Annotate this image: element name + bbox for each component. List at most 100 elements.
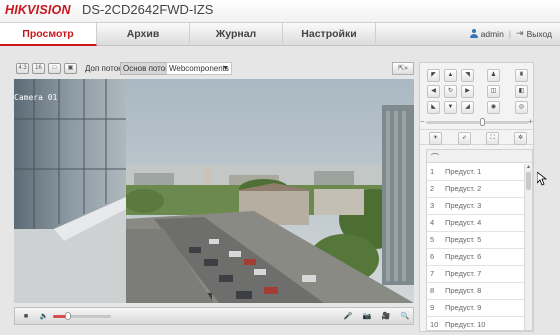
live-video[interactable]: Camera 01: [14, 79, 414, 303]
logout-icon[interactable]: ⇥: [516, 28, 524, 39]
preset-name: Предуст. 6: [445, 252, 482, 261]
mouse-cursor-icon: [537, 172, 547, 186]
device-model: DS-2CD2642FWD-IZS: [82, 2, 214, 17]
ptz-speed-knob[interactable]: [479, 118, 485, 126]
window-auto-button[interactable]: ▣: [64, 63, 77, 74]
preset-number: 2: [430, 184, 435, 193]
preset-row[interactable]: 7 Предуст. 7: [427, 266, 526, 283]
preset-number: 6: [430, 252, 435, 261]
preset-row[interactable]: 4 Предуст. 4: [427, 215, 526, 232]
speed-plus-icon[interactable]: +: [528, 117, 533, 126]
preset-tab-icon[interactable]: ⌒: [431, 152, 439, 163]
chevron-down-icon: ▼: [222, 65, 229, 72]
preset-scrollbar[interactable]: ▲: [524, 164, 532, 330]
ptz-down-icon[interactable]: ▼: [444, 101, 457, 114]
focus-near-icon[interactable]: ◫: [487, 85, 500, 98]
stop-icon[interactable]: ■: [19, 311, 33, 322]
preset-name: Предуст. 7: [445, 269, 482, 278]
zoom-icon[interactable]: 🔍: [398, 311, 412, 322]
live-toolbar: 4:3 16 □ ▣ Доп поток Основ поток Webcomp…: [14, 62, 414, 77]
one-touch-focus-icon[interactable]: ⛶: [486, 132, 499, 145]
logout-link[interactable]: Выход: [527, 29, 552, 39]
tab-playback[interactable]: Архив: [97, 23, 190, 46]
camera-scene: [14, 79, 414, 303]
light-icon[interactable]: ☀: [429, 132, 442, 145]
ptz-left-icon[interactable]: ◀: [427, 85, 440, 98]
snapshot-camera-icon[interactable]: 📷: [360, 311, 374, 322]
ptz-right-icon[interactable]: ▶: [461, 85, 474, 98]
tab-settings[interactable]: Настройки: [283, 23, 376, 46]
focus-far-icon[interactable]: ◧: [515, 85, 528, 98]
preset-number: 4: [430, 218, 435, 227]
window-original-button[interactable]: □: [48, 63, 61, 74]
username[interactable]: admin: [481, 29, 504, 39]
ptz-up-left-icon[interactable]: ◤: [427, 69, 440, 82]
sub-stream-button[interactable]: Доп поток: [83, 62, 124, 75]
zoom-in-icon[interactable]: ♟: [487, 69, 500, 82]
volume-icon[interactable]: 🔈: [37, 311, 51, 322]
brand-logo: HIKVISION: [5, 3, 71, 17]
microphone-icon[interactable]: 🎤: [341, 311, 355, 322]
preset-number: 1: [430, 167, 435, 176]
preset-row[interactable]: 1 Предуст. 1: [427, 164, 526, 181]
preset-name: Предуст. 8: [445, 286, 482, 295]
preset-number: 8: [430, 286, 435, 295]
ptz-auto-icon[interactable]: ↻: [444, 85, 457, 98]
preset-number: 7: [430, 269, 435, 278]
plugin-select[interactable]: Webcomponents ▼: [166, 62, 232, 75]
ptz-aux-row: ☀ ➶ ⛶ ✲: [420, 129, 535, 145]
app-header: HIKVISION DS-2CD2642FWD-IZS: [0, 0, 560, 22]
ptz-speed-slider[interactable]: [426, 118, 529, 126]
separator: |: [508, 28, 512, 39]
wiper-icon[interactable]: ➶: [458, 132, 471, 145]
preset-name: Предуст. 3: [445, 201, 482, 210]
preset-number: 5: [430, 235, 435, 244]
plugin-select-value: Webcomponents: [169, 64, 229, 73]
ptz-down-right-icon[interactable]: ◢: [461, 101, 474, 114]
user-area: admin | ⇥ Выход: [469, 28, 552, 39]
record-video-icon[interactable]: 🎥: [379, 311, 393, 322]
fullscreen-toggle-button[interactable]: ⇱»: [392, 62, 414, 75]
preset-name: Предуст. 10: [445, 320, 486, 329]
ptz-up-right-icon[interactable]: ◥: [461, 69, 474, 82]
preset-name: Предуст. 5: [445, 235, 482, 244]
ptz-direction-pad: ◤ ▲ ◥ ◀ ↻ ▶ ◣ ▼ ◢ ♟ ♜ ◫ ◧ ◉ ◎: [420, 63, 535, 121]
preset-name: Предуст. 4: [445, 218, 482, 227]
video-control-bar: ■ 🔈 🎤 📷 🎥 🔍: [14, 307, 414, 325]
window-16-9-button[interactable]: 16: [32, 63, 45, 74]
volume-slider-knob[interactable]: [64, 312, 71, 320]
preset-list: 1 Предуст. 1 2 Предуст. 2 3 Предуст. 3 4 Предус…: [427, 164, 526, 334]
preset-header: ⌒: [427, 150, 532, 163]
preset-row[interactable]: 8 Предуст. 8: [427, 283, 526, 300]
volume-slider[interactable]: [53, 312, 111, 320]
iris-open-icon[interactable]: ◉: [487, 101, 500, 114]
preset-name: Предуст. 2: [445, 184, 482, 193]
zoom-out-icon[interactable]: ♜: [515, 69, 528, 82]
user-icon: [469, 29, 478, 38]
main-nav: Просмотр Архив Журнал Настройки admin | …: [0, 22, 560, 46]
preset-row[interactable]: 9 Предуст. 9: [427, 300, 526, 317]
preset-name: Предуст. 9: [445, 303, 482, 312]
ptz-down-left-icon[interactable]: ◣: [427, 101, 440, 114]
preset-list-panel: ⌒ 1 Предуст. 1 2 Предуст. 2 3 Предуст. 3 4 Пред…: [426, 149, 533, 334]
preset-row[interactable]: 2 Предуст. 2: [427, 181, 526, 198]
lens-init-icon[interactable]: ✲: [514, 132, 527, 145]
camera-osd-label: Camera 01: [14, 93, 58, 102]
preset-row[interactable]: 3 Предуст. 3: [427, 198, 526, 215]
window-4-3-button[interactable]: 4:3: [16, 63, 29, 74]
tab-live-view[interactable]: Просмотр: [0, 23, 97, 46]
preset-number: 10: [430, 320, 439, 329]
scroll-up-icon[interactable]: ▲: [525, 164, 532, 171]
ptz-up-icon[interactable]: ▲: [444, 69, 457, 82]
scroll-thumb[interactable]: [526, 172, 531, 190]
preset-row[interactable]: 5 Предуст. 5: [427, 232, 526, 249]
tab-log[interactable]: Журнал: [190, 23, 283, 46]
preset-number: 9: [430, 303, 435, 312]
preset-row[interactable]: 6 Предуст. 6: [427, 249, 526, 266]
iris-close-icon[interactable]: ◎: [515, 101, 528, 114]
preset-number: 3: [430, 201, 435, 210]
speed-minus-icon[interactable]: −: [420, 117, 425, 126]
preset-row[interactable]: 10 Предуст. 10: [427, 317, 526, 334]
main-stream-button[interactable]: Основ поток: [120, 62, 172, 75]
preset-name: Предуст. 1: [445, 167, 482, 176]
